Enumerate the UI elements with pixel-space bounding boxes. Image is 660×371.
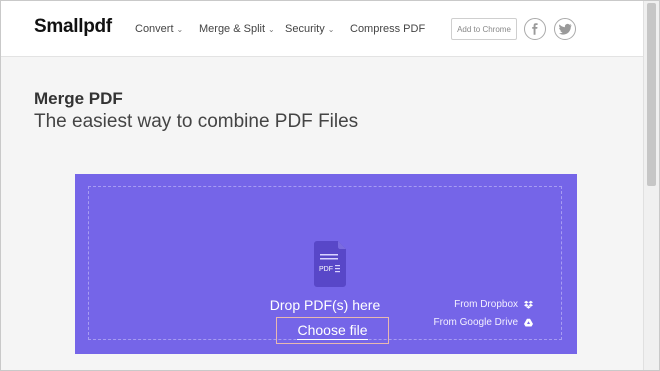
page-title: Merge PDF [34, 89, 123, 108]
dropzone-dashed-border: PDF Drop PDF(s) here Choose file From Dr… [88, 186, 562, 344]
nav-convert-label: Convert [135, 23, 174, 35]
nav-compress-pdf[interactable]: Compress PDF [350, 23, 425, 35]
nav-convert[interactable]: Convert ⌄ [135, 23, 183, 35]
pdf-icon-label: PDF [319, 266, 333, 273]
add-to-chrome-button[interactable]: Add to Chrome [451, 18, 517, 40]
nav-compress-pdf-label: Compress PDF [350, 23, 426, 35]
from-google-drive-link[interactable]: From Google Drive [434, 317, 533, 328]
nav-merge-split-label: Merge & Split [199, 23, 266, 35]
twitter-button[interactable] [554, 18, 576, 40]
from-dropbox-label: From Dropbox [454, 299, 518, 310]
google-drive-icon [524, 318, 533, 327]
chevron-down-icon: ⌄ [327, 25, 335, 34]
dropbox-icon [524, 300, 533, 309]
twitter-icon [558, 23, 571, 35]
choose-file-label: Choose file [297, 322, 368, 340]
chevron-down-icon: ⌄ [176, 25, 184, 34]
page-subtitle: The easiest way to combine PDF Files [34, 111, 359, 132]
pdf-dropzone[interactable]: PDF Drop PDF(s) here Choose file From Dr… [75, 174, 577, 354]
facebook-button[interactable] [524, 18, 546, 40]
from-dropbox-link[interactable]: From Dropbox [454, 299, 533, 310]
from-google-drive-label: From Google Drive [433, 317, 518, 328]
facebook-icon [532, 23, 538, 35]
smallpdf-logo[interactable]: Smallpdf [34, 16, 112, 38]
chevron-down-icon: ⌄ [268, 25, 275, 34]
choose-file-button[interactable]: Choose file [276, 317, 389, 344]
pdf-file-icon: PDF [314, 241, 346, 287]
top-header: Smallpdf Convert ⌄ Merge & Split ⌄ Securit… [1, 1, 643, 57]
vertical-scrollbar[interactable] [643, 1, 659, 370]
nav-security[interactable]: Security ⌄ [285, 23, 334, 35]
browser-viewport: Smallpdf Convert ⌄ Merge & Split ⌄ Securit… [0, 0, 660, 371]
nav-security-label: Security [285, 23, 325, 35]
nav-merge-split[interactable]: Merge & Split ⌄ [199, 23, 275, 35]
scrollbar-thumb[interactable] [647, 3, 656, 186]
